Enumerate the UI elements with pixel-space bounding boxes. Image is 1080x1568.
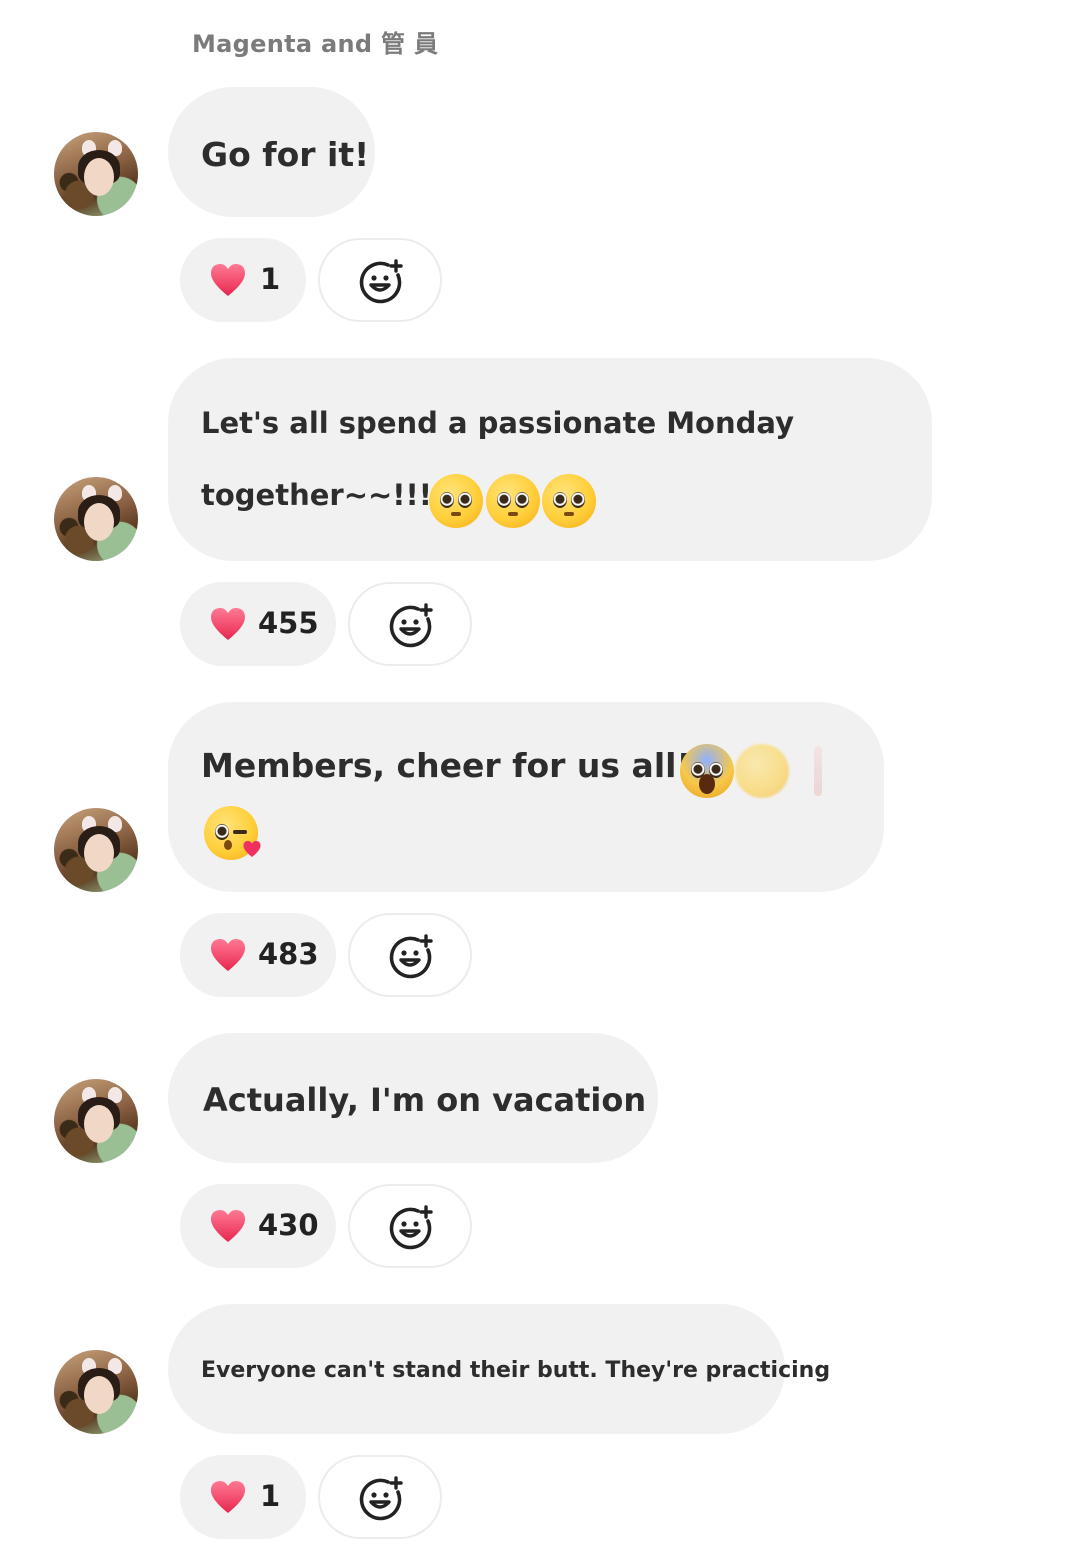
like-button[interactable]: 430 (180, 1184, 336, 1268)
add-reaction-button[interactable] (318, 1455, 442, 1539)
chat-page: Magenta and 管 員 Go for it! 1 Let's all s… (0, 0, 1080, 1568)
add-reaction-icon (359, 259, 403, 304)
heart-icon (211, 1481, 245, 1513)
add-reaction-icon (389, 603, 433, 648)
add-reaction-icon (389, 934, 433, 979)
message-text-line-1: Let's all spend a passionate Monday (201, 406, 794, 440)
message-text: Actually, I'm on vacation (203, 1081, 647, 1119)
faded-emoji (735, 744, 789, 798)
like-button[interactable]: 455 (180, 582, 336, 666)
exclamation-emoji (814, 746, 822, 796)
message-text: Members, cheer for us all! (201, 746, 692, 785)
message-bubble[interactable]: Everyone can't stand their butt. They're… (168, 1304, 830, 1434)
avatar[interactable] (54, 1350, 138, 1434)
like-count: 483 (258, 937, 319, 971)
sender-name: Magenta and 管 員 (192, 30, 439, 58)
pleading-face-emoji (429, 474, 483, 528)
message-text-line-2: together~~!!! (201, 478, 432, 512)
avatar[interactable] (54, 808, 138, 892)
like-count: 430 (258, 1208, 319, 1242)
add-reaction-button[interactable] (348, 913, 472, 997)
heart-icon (211, 939, 245, 971)
pleading-face-emoji (542, 474, 596, 528)
avatar[interactable] (54, 477, 138, 561)
heart-icon (211, 608, 245, 640)
like-count: 455 (258, 606, 319, 640)
add-reaction-icon (359, 1476, 403, 1521)
like-button[interactable]: 1 (180, 238, 306, 322)
kissing-face-emoji (204, 806, 261, 860)
avatar[interactable] (54, 1079, 138, 1163)
like-button[interactable]: 483 (180, 913, 336, 997)
like-button[interactable]: 1 (180, 1455, 306, 1539)
add-reaction-button[interactable] (318, 238, 442, 322)
add-reaction-button[interactable] (348, 582, 472, 666)
message-text: Everyone can't stand their butt. They're… (201, 1358, 831, 1383)
like-count: 1 (260, 262, 281, 296)
message-bubble[interactable]: Go for it! (168, 87, 375, 217)
message-bubble[interactable]: Actually, I'm on vacation (168, 1033, 658, 1163)
screaming-face-emoji (680, 744, 734, 798)
message-bubble[interactable]: Let's all spend a passionate Monday toge… (168, 358, 932, 561)
add-reaction-button[interactable] (348, 1184, 472, 1268)
like-count: 1 (260, 1479, 281, 1513)
add-reaction-icon (389, 1205, 433, 1250)
message-bubble[interactable]: Members, cheer for us all! (168, 702, 884, 892)
message-text: Go for it! (201, 135, 370, 174)
heart-icon (211, 264, 245, 296)
avatar[interactable] (54, 132, 138, 216)
pleading-face-emoji (486, 474, 540, 528)
heart-icon (211, 1210, 245, 1242)
